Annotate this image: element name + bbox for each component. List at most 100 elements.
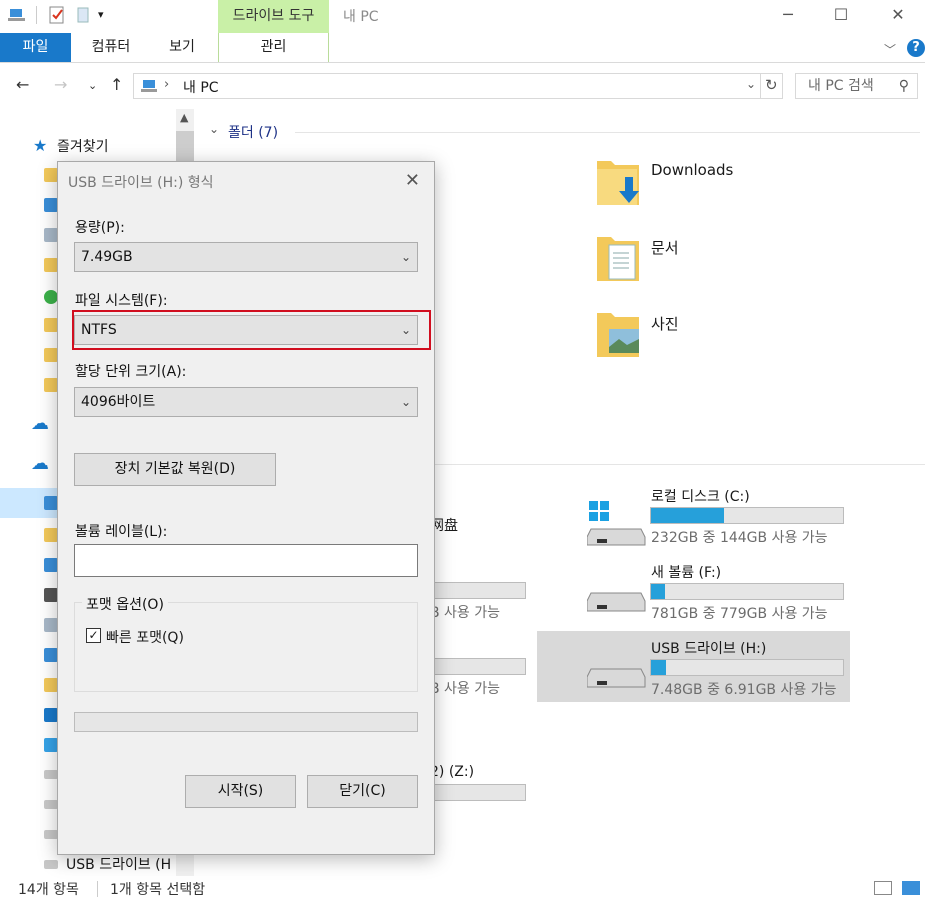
- quick-format-label[interactable]: 빠른 포맷(Q): [106, 627, 184, 647]
- tab-file[interactable]: 파일: [0, 33, 71, 62]
- tab-computer[interactable]: 컴퓨터: [78, 33, 144, 62]
- drive-usage-fill: [651, 660, 666, 675]
- drive-free-c: 232GB 중 144GB 사용 가능: [651, 530, 828, 546]
- search-input[interactable]: 내 PC 검색 ⚲: [795, 73, 918, 99]
- document-folder-icon[interactable]: [595, 231, 641, 289]
- refresh-icon[interactable]: ↻: [765, 76, 778, 94]
- sync-check-icon: [44, 290, 58, 304]
- drive-usage-bar-c: [650, 507, 844, 524]
- drive-free-f: 781GB 중 779GB 사용 가능: [651, 606, 828, 622]
- filesystem-value: NTFS: [81, 322, 117, 338]
- chevron-down-icon: ⌄: [400, 250, 411, 264]
- drive-free-h: 7.48GB 중 6.91GB 사용 가능: [651, 682, 837, 698]
- item-count: 14개 항목: [18, 882, 79, 898]
- volume-label-label: 볼륨 레이블(L):: [75, 524, 168, 540]
- windows-drive-icon: [44, 738, 58, 752]
- allocation-label: 할당 단위 크기(A):: [75, 364, 187, 380]
- drive-icon: [44, 770, 58, 779]
- drive-usage-fill: [651, 584, 666, 599]
- format-progress-bar: [74, 712, 418, 732]
- nav-usb-drive[interactable]: USB 드라이브 (H: [66, 854, 171, 874]
- tab-manage[interactable]: 관리: [218, 33, 329, 62]
- maximize-button[interactable]: ☐: [818, 0, 864, 30]
- up-arrow-icon[interactable]: ↑: [110, 75, 123, 94]
- address-bar[interactable]: › 내 PC ⌄ ↻: [133, 73, 783, 99]
- drive-label-partial: 2) (Z:): [430, 764, 475, 780]
- divider: [295, 132, 920, 133]
- details-view-icon[interactable]: [874, 881, 892, 895]
- format-dialog: USB 드라이브 (H:) 형식 ✕ 용량(P): 7.49GB ⌄ 파일 시스…: [57, 161, 435, 855]
- minimize-button[interactable]: ─: [765, 0, 811, 30]
- usb-drive-icon[interactable]: [586, 659, 647, 703]
- dialog-title: USB 드라이브 (H:) 형식: [68, 175, 214, 191]
- format-options-group: [74, 602, 418, 692]
- properties-icon[interactable]: [48, 6, 66, 24]
- folder-label-downloads[interactable]: Downloads: [651, 161, 733, 179]
- folders-group-header[interactable]: 폴더 (7): [228, 122, 278, 142]
- recent-dropdown-icon[interactable]: ⌄: [88, 79, 97, 92]
- chevron-down-icon: ⌄: [400, 323, 411, 337]
- drive-icon: [44, 800, 58, 809]
- dialog-close-icon[interactable]: ✕: [405, 170, 420, 191]
- back-arrow-icon[interactable]: ←: [16, 75, 29, 94]
- usb-drive-icon: [44, 860, 58, 869]
- new-folder-icon[interactable]: [76, 6, 94, 24]
- download-folder-icon: [44, 558, 58, 572]
- allocation-select[interactable]: 4096바이트 ⌄: [74, 387, 418, 417]
- nav-quick-access[interactable]: 즐겨찾기: [57, 136, 109, 156]
- divider: [36, 6, 37, 24]
- scroll-up-icon[interactable]: ▲: [180, 111, 188, 124]
- breadcrumb-chevron-icon: ›: [164, 77, 170, 92]
- forward-arrow-icon[interactable]: →: [54, 75, 67, 94]
- folder-icon: [44, 378, 58, 392]
- drive-icon[interactable]: [586, 583, 647, 627]
- capacity-label: 용량(P):: [75, 220, 125, 236]
- close-button[interactable]: ✕: [875, 0, 921, 30]
- volume-label-input[interactable]: [74, 544, 418, 577]
- folder-icon: [44, 348, 58, 362]
- picture-folder-icon[interactable]: [595, 307, 641, 365]
- drive-free-partial: B 사용 가능: [430, 605, 501, 621]
- customize-qat-icon[interactable]: ▾: [98, 6, 116, 24]
- drive-name-h[interactable]: USB 드라이브 (H:): [651, 638, 766, 658]
- window-title: 내 PC: [343, 9, 379, 25]
- computer-icon[interactable]: [8, 6, 26, 24]
- folder-label-documents[interactable]: 문서: [651, 237, 679, 258]
- folder-icon: [44, 528, 58, 542]
- folder-icon: [44, 168, 58, 182]
- drive-usage-bar: [426, 784, 526, 801]
- allocation-value: 4096바이트: [81, 394, 156, 410]
- drive-usage-bar: [426, 582, 526, 599]
- drive-usage-bar-h: [650, 659, 844, 676]
- address-dropdown-icon[interactable]: ⌄: [746, 77, 756, 91]
- large-icons-view-icon[interactable]: [902, 881, 920, 895]
- drive-free-partial: B 사용 가능: [430, 681, 501, 697]
- drive-name-f[interactable]: 새 볼륨 (F:): [651, 562, 721, 582]
- windows-drive-icon[interactable]: [586, 499, 647, 553]
- checkmark-icon: ✓: [88, 628, 99, 642]
- title-bar: ▾ 드라이브 도구 내 PC ─ ☐ ✕: [0, 0, 925, 33]
- cloud-icon: ☁: [31, 453, 49, 474]
- drive-name-c[interactable]: 로컬 디스크 (C:): [651, 486, 750, 506]
- drive-usage-fill: [651, 508, 724, 523]
- breadcrumb[interactable]: 내 PC: [183, 77, 219, 97]
- capacity-value: 7.49GB: [81, 249, 133, 265]
- close-dialog-button[interactable]: 닫기(C): [307, 775, 418, 808]
- folder-label-pictures[interactable]: 사진: [651, 313, 679, 334]
- context-tab-header: 드라이브 도구: [218, 0, 329, 33]
- chevron-down-icon: ⌄: [400, 395, 411, 409]
- filesystem-label: 파일 시스템(F):: [75, 293, 168, 309]
- capacity-select[interactable]: 7.49GB ⌄: [74, 242, 418, 272]
- selection-count: 1개 항목 선택함: [110, 882, 206, 898]
- ribbon-collapse-icon[interactable]: ﹀: [884, 41, 896, 58]
- restore-defaults-button[interactable]: 장치 기본값 복원(D): [74, 453, 276, 486]
- document-folder-icon: [44, 618, 58, 632]
- quick-format-checkbox[interactable]: ✓: [86, 628, 101, 643]
- collapse-group-icon[interactable]: ⌄: [209, 122, 219, 136]
- filesystem-select[interactable]: NTFS ⌄: [74, 315, 418, 345]
- divider: [97, 881, 98, 897]
- download-folder-icon[interactable]: [595, 155, 641, 213]
- help-button[interactable]: ?: [907, 39, 925, 57]
- start-button[interactable]: 시작(S): [185, 775, 296, 808]
- tab-view[interactable]: 보기: [152, 33, 212, 62]
